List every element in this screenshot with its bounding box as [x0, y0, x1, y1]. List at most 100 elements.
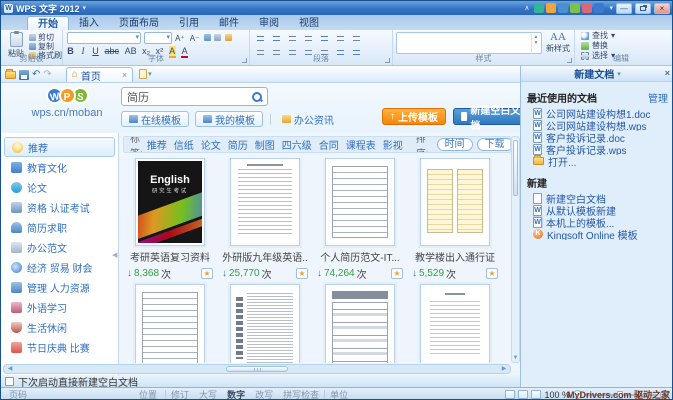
template-card[interactable] — [410, 284, 500, 363]
online-templates-button[interactable]: 在线模板 — [121, 111, 189, 127]
tab-insert[interactable]: 插入 — [69, 16, 109, 30]
status-caps[interactable]: 大写 — [194, 388, 222, 399]
web-layout-view-icon[interactable] — [518, 390, 529, 399]
home-tab-close-icon[interactable]: × — [122, 70, 127, 80]
phonetic-guide-icon[interactable] — [204, 34, 212, 41]
template-card[interactable] — [125, 284, 215, 363]
minimize-button[interactable]: — — [616, 2, 632, 14]
font-size-combo[interactable] — [144, 32, 173, 45]
template-thumbnail[interactable]: English 研究生考试 — [135, 158, 205, 246]
tag-cet[interactable]: 四六级 — [282, 137, 312, 152]
tag-resume[interactable]: 简历 — [228, 137, 248, 152]
search-input[interactable] — [122, 89, 251, 104]
new-style-button[interactable]: AA 新样式 — [545, 32, 571, 54]
numbering-button[interactable] — [271, 33, 283, 43]
template-thumbnail[interactable] — [420, 158, 490, 246]
tag-schedule[interactable]: 课程表 — [346, 137, 376, 152]
new-document-icon[interactable] — [534, 3, 545, 13]
find-button[interactable]: 查找 ▾ — [581, 31, 667, 40]
status-spellcheck[interactable]: 拼写检查 — [278, 388, 324, 399]
template-thumbnail[interactable] — [325, 158, 395, 246]
manage-link[interactable]: 管理 — [648, 90, 668, 105]
save-icon[interactable] — [19, 70, 29, 80]
tab-page-layout[interactable]: 页面布局 — [109, 16, 169, 30]
restore-button[interactable] — [635, 2, 651, 14]
template-card[interactable] — [315, 284, 405, 363]
status-overtype[interactable]: 改写 — [250, 388, 278, 399]
template-thumbnail[interactable] — [230, 158, 300, 246]
template-title[interactable]: 考研英语复习资料 — [125, 249, 215, 264]
recent-file-link[interactable]: W 公司网站建设构想1.doc — [533, 107, 670, 119]
template-thumbnail[interactable] — [325, 284, 395, 363]
new-blank-doc-button[interactable]: 新建空白文档 — [453, 106, 520, 132]
tag-contract[interactable]: 合同 — [319, 137, 339, 152]
template-thumbnail[interactable] — [230, 284, 300, 363]
task-pane-close-icon[interactable]: × — [665, 68, 670, 78]
tab-home[interactable]: 开始 — [27, 16, 69, 30]
character-border-icon[interactable] — [224, 34, 232, 41]
sidebar-item-language[interactable]: 外语学习 — [4, 297, 115, 317]
sidebar-item-economy[interactable]: 经济 贸易 财会 — [4, 257, 115, 277]
task-pane-header[interactable]: 新建文档 ▾ × — [521, 66, 672, 82]
paragraph-dialog-launcher-icon[interactable] — [385, 58, 390, 63]
template-title[interactable]: 教学楼出入通行证 — [410, 249, 500, 264]
recent-file-link[interactable]: W 客户投诉记录.doc — [533, 131, 670, 143]
tab-references[interactable]: 引用 — [169, 16, 209, 30]
sort-button[interactable] — [335, 33, 347, 43]
skin-icon[interactable] — [570, 3, 581, 13]
close-button[interactable]: × — [654, 2, 670, 14]
template-card[interactable]: 教学楼出入通行证 ↓ 5,529 次 ★ ⊞ — [410, 158, 500, 281]
vertical-scrollbar[interactable]: ▼ — [511, 136, 520, 363]
kingsoft-online-templates-link[interactable]: K Kingsoft Online 模板 — [533, 228, 670, 240]
horizontal-scroll-thumb[interactable] — [226, 366, 288, 372]
tag-drawing[interactable]: 制图 — [255, 137, 275, 152]
template-thumbnail[interactable] — [135, 284, 205, 363]
sidebar-item-resume[interactable]: 简历求职 — [4, 217, 115, 237]
favorite-icon[interactable]: ★ — [486, 268, 498, 279]
change-case-icon[interactable] — [214, 34, 222, 41]
show-marks-button[interactable] — [351, 33, 363, 43]
home-quick-icon[interactable] — [546, 3, 557, 13]
font-name-combo[interactable] — [67, 32, 141, 45]
sidebar-item-thesis[interactable]: 论文 — [4, 177, 115, 197]
vertical-scroll-thumb[interactable] — [513, 140, 518, 196]
sidebar-item-festival[interactable]: 节日庆典 比赛 — [4, 337, 115, 357]
replace-button[interactable]: 替换 — [581, 41, 667, 50]
tag-recommended[interactable]: 推荐 — [147, 137, 167, 152]
horizontal-scrollbar[interactable]: ◀ ▶ — [3, 364, 511, 374]
increase-indent-button[interactable] — [303, 33, 315, 43]
sidebar-item-recommended[interactable]: 推荐 — [4, 137, 115, 157]
startup-checkbox[interactable] — [5, 376, 14, 386]
font-dialog-launcher-icon[interactable] — [242, 58, 247, 63]
favorite-icon[interactable]: ★ — [201, 268, 213, 279]
recent-file-link[interactable]: W 客户投诉记录.wps — [533, 143, 670, 155]
redo-icon[interactable]: ↷ — [43, 70, 51, 80]
open-file-link[interactable]: 打开... — [533, 155, 670, 167]
grow-font-button[interactable]: A⁺ — [175, 34, 185, 43]
template-thumbnail[interactable] — [420, 284, 490, 363]
bullets-button[interactable] — [255, 33, 266, 43]
shrink-font-button[interactable]: A⁻ — [190, 34, 200, 43]
sidebar-item-office-docs[interactable]: 办公范文 — [4, 237, 115, 257]
tab-mailings[interactable]: 邮件 — [209, 16, 249, 30]
sidebar-item-education[interactable]: 教育文化 — [4, 157, 115, 177]
app-menu-dropdown-icon[interactable]: ▾ — [83, 4, 87, 12]
style-gallery[interactable]: ▲ ▼ — [396, 32, 542, 54]
tag-movies[interactable]: 影视 — [383, 137, 403, 152]
style-dialog-launcher-icon[interactable] — [567, 58, 572, 63]
recent-file-link[interactable]: W 公司网站建设构想.wps — [533, 119, 670, 131]
scroll-right-icon[interactable]: ▶ — [499, 365, 509, 373]
collapse-ribbon-icon[interactable]: ∧ — [524, 4, 529, 12]
style-gallery-scroll[interactable]: ▲ ▼ — [531, 34, 540, 54]
sort-by-time-button[interactable]: 时间 — [436, 138, 473, 151]
print-layout-view-icon[interactable] — [505, 390, 516, 399]
template-card[interactable]: 外研版九年级英语.. ↓ 25,770 次 ★ ⊞ — [220, 158, 354, 326]
task-pane-dropdown-icon[interactable]: ▾ — [617, 70, 621, 78]
tab-review[interactable]: 审阅 — [249, 16, 289, 30]
template-card[interactable] — [220, 284, 310, 363]
sidebar-item-management[interactable]: 管理 人力资源 — [4, 277, 115, 297]
sidebar-item-leisure[interactable]: 生活休闲 — [4, 317, 115, 337]
screenshot-icon[interactable] — [582, 3, 593, 13]
new-blank-doc-link[interactable]: W新建空白文档 — [533, 192, 670, 204]
new-from-default-template-link[interactable]: W 从默认模板新建 — [533, 204, 670, 216]
